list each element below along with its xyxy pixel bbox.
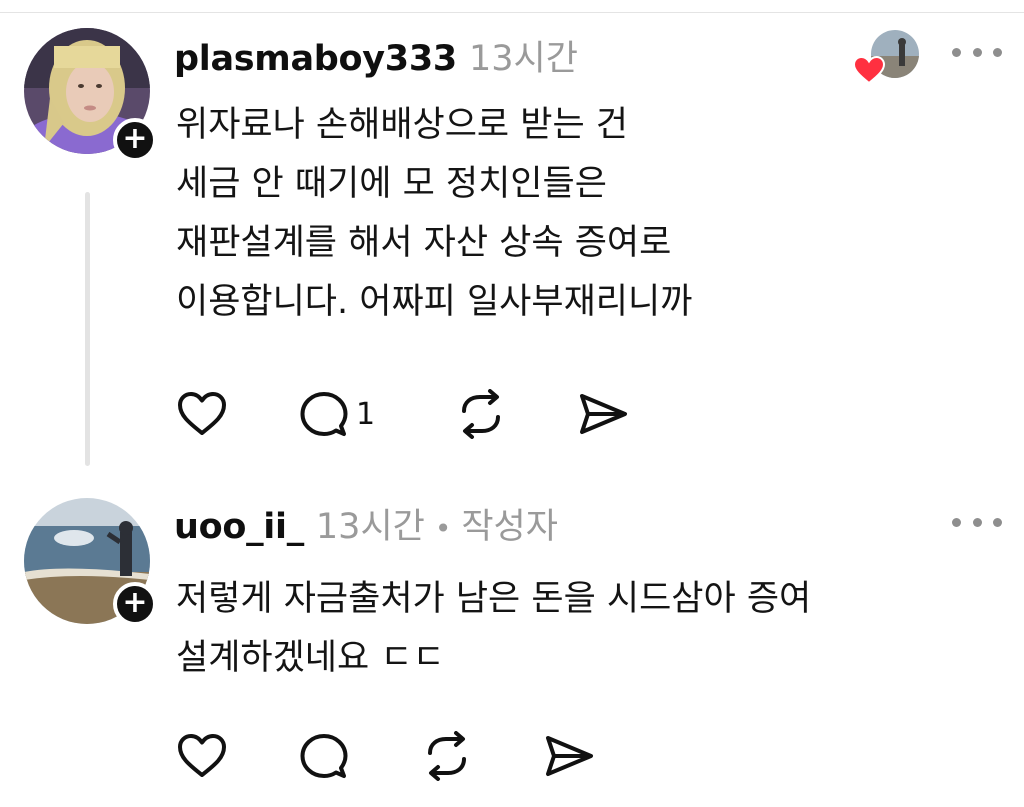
comment-icon xyxy=(300,734,348,778)
timestamp: 13시간 xyxy=(468,39,578,79)
post-text-line: 설계하겠네요 ㄷㄷ xyxy=(176,638,445,678)
send-icon xyxy=(546,736,593,776)
post-header: uoo_ii_ 13시간 • 작성자 xyxy=(174,498,558,548)
post-body: 위자료나 손해배상으로 받는 건 세금 안 때기에 모 정치인들은 재판설계를 … xyxy=(176,96,692,332)
send-icon xyxy=(580,394,627,434)
top-divider xyxy=(0,12,1024,13)
repost-button[interactable] xyxy=(422,730,472,782)
like-button[interactable] xyxy=(176,730,228,782)
post-text-line: 재판설계를 해서 자산 상속 증여로 xyxy=(176,223,672,263)
like-button[interactable] xyxy=(176,388,228,440)
post-header: plasmaboy333 13시간 xyxy=(174,30,578,80)
repost-icon xyxy=(428,731,466,781)
post-body: 저렇게 자금출처가 남은 돈을 시드삼아 증여 설계하겠네요 ㄷㄷ xyxy=(176,570,811,688)
plus-icon: + xyxy=(122,585,148,620)
repost-button[interactable] xyxy=(456,388,506,440)
repost-icon xyxy=(462,389,500,439)
username[interactable]: plasmaboy333 xyxy=(174,39,457,79)
comment-icon xyxy=(300,392,348,436)
post-text-line: 세금 안 때기에 모 정치인들은 xyxy=(176,164,607,204)
share-button[interactable] xyxy=(544,730,594,782)
post-text-line: 이용합니다. 어짜피 일사부재리니까 xyxy=(176,282,693,322)
plus-icon: + xyxy=(122,121,148,156)
reply-button[interactable]: 1 xyxy=(300,388,375,440)
share-button[interactable] xyxy=(578,388,628,440)
timestamp: 13시간 xyxy=(315,507,425,547)
heart-icon xyxy=(853,56,885,84)
reply-count: 1 xyxy=(356,396,376,432)
more-icon[interactable] xyxy=(952,42,1002,62)
author-tag: 작성자 xyxy=(461,507,558,547)
follow-button[interactable]: + xyxy=(113,582,157,626)
thread-line xyxy=(85,192,90,466)
post-text-line: 위자료나 손해배상으로 받는 건 xyxy=(176,105,628,145)
separator-dot: • xyxy=(434,512,452,545)
reply-button[interactable] xyxy=(300,730,348,782)
follow-button[interactable]: + xyxy=(113,118,157,162)
post-text-line: 저렇게 자금출처가 남은 돈을 시드삼아 증여 xyxy=(176,579,812,619)
heart-icon xyxy=(178,392,226,435)
more-icon[interactable] xyxy=(952,512,1002,532)
username[interactable]: uoo_ii_ xyxy=(174,507,304,547)
heart-icon xyxy=(178,734,226,777)
